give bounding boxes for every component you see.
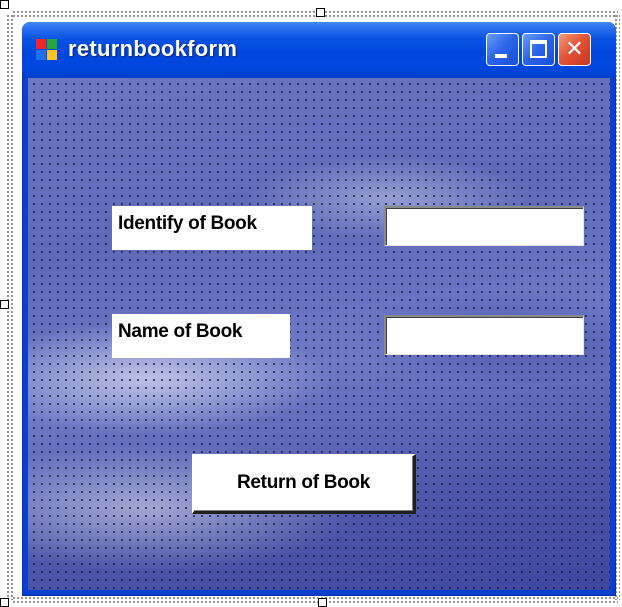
resize-handle-left[interactable] [0,300,9,309]
resize-handle-top[interactable] [316,8,325,17]
resize-handle-bottom[interactable] [318,598,327,607]
identify-of-book-label: Identify of Book [112,206,312,250]
form-designer-surface: returnbookform ✕ Identify of Book Name o… [0,0,622,607]
selection-border-bottom [12,596,618,604]
maximize-button[interactable] [522,33,555,66]
name-of-book-input[interactable] [384,315,584,355]
selection-border-top [12,10,618,18]
resize-handle-bottom-left[interactable] [0,598,9,607]
minimize-button[interactable] [486,33,519,66]
name-of-book-label: Name of Book [112,314,290,358]
maximize-icon [530,40,547,58]
title-bar[interactable]: returnbookform ✕ [22,22,616,78]
identify-of-book-input[interactable] [384,206,584,246]
form-client-area: Identify of Book Name of Book Return of … [28,78,610,590]
return-of-book-button[interactable]: Return of Book [192,454,416,514]
close-button[interactable]: ✕ [558,33,591,66]
window-title: returnbookform [68,36,238,61]
close-icon: ✕ [565,37,584,62]
windows-form-icon[interactable] [36,39,58,61]
minimize-icon [495,54,507,58]
form-window[interactable]: returnbookform ✕ Identify of Book Name o… [22,22,616,596]
resize-handle-top-left[interactable] [0,0,9,9]
